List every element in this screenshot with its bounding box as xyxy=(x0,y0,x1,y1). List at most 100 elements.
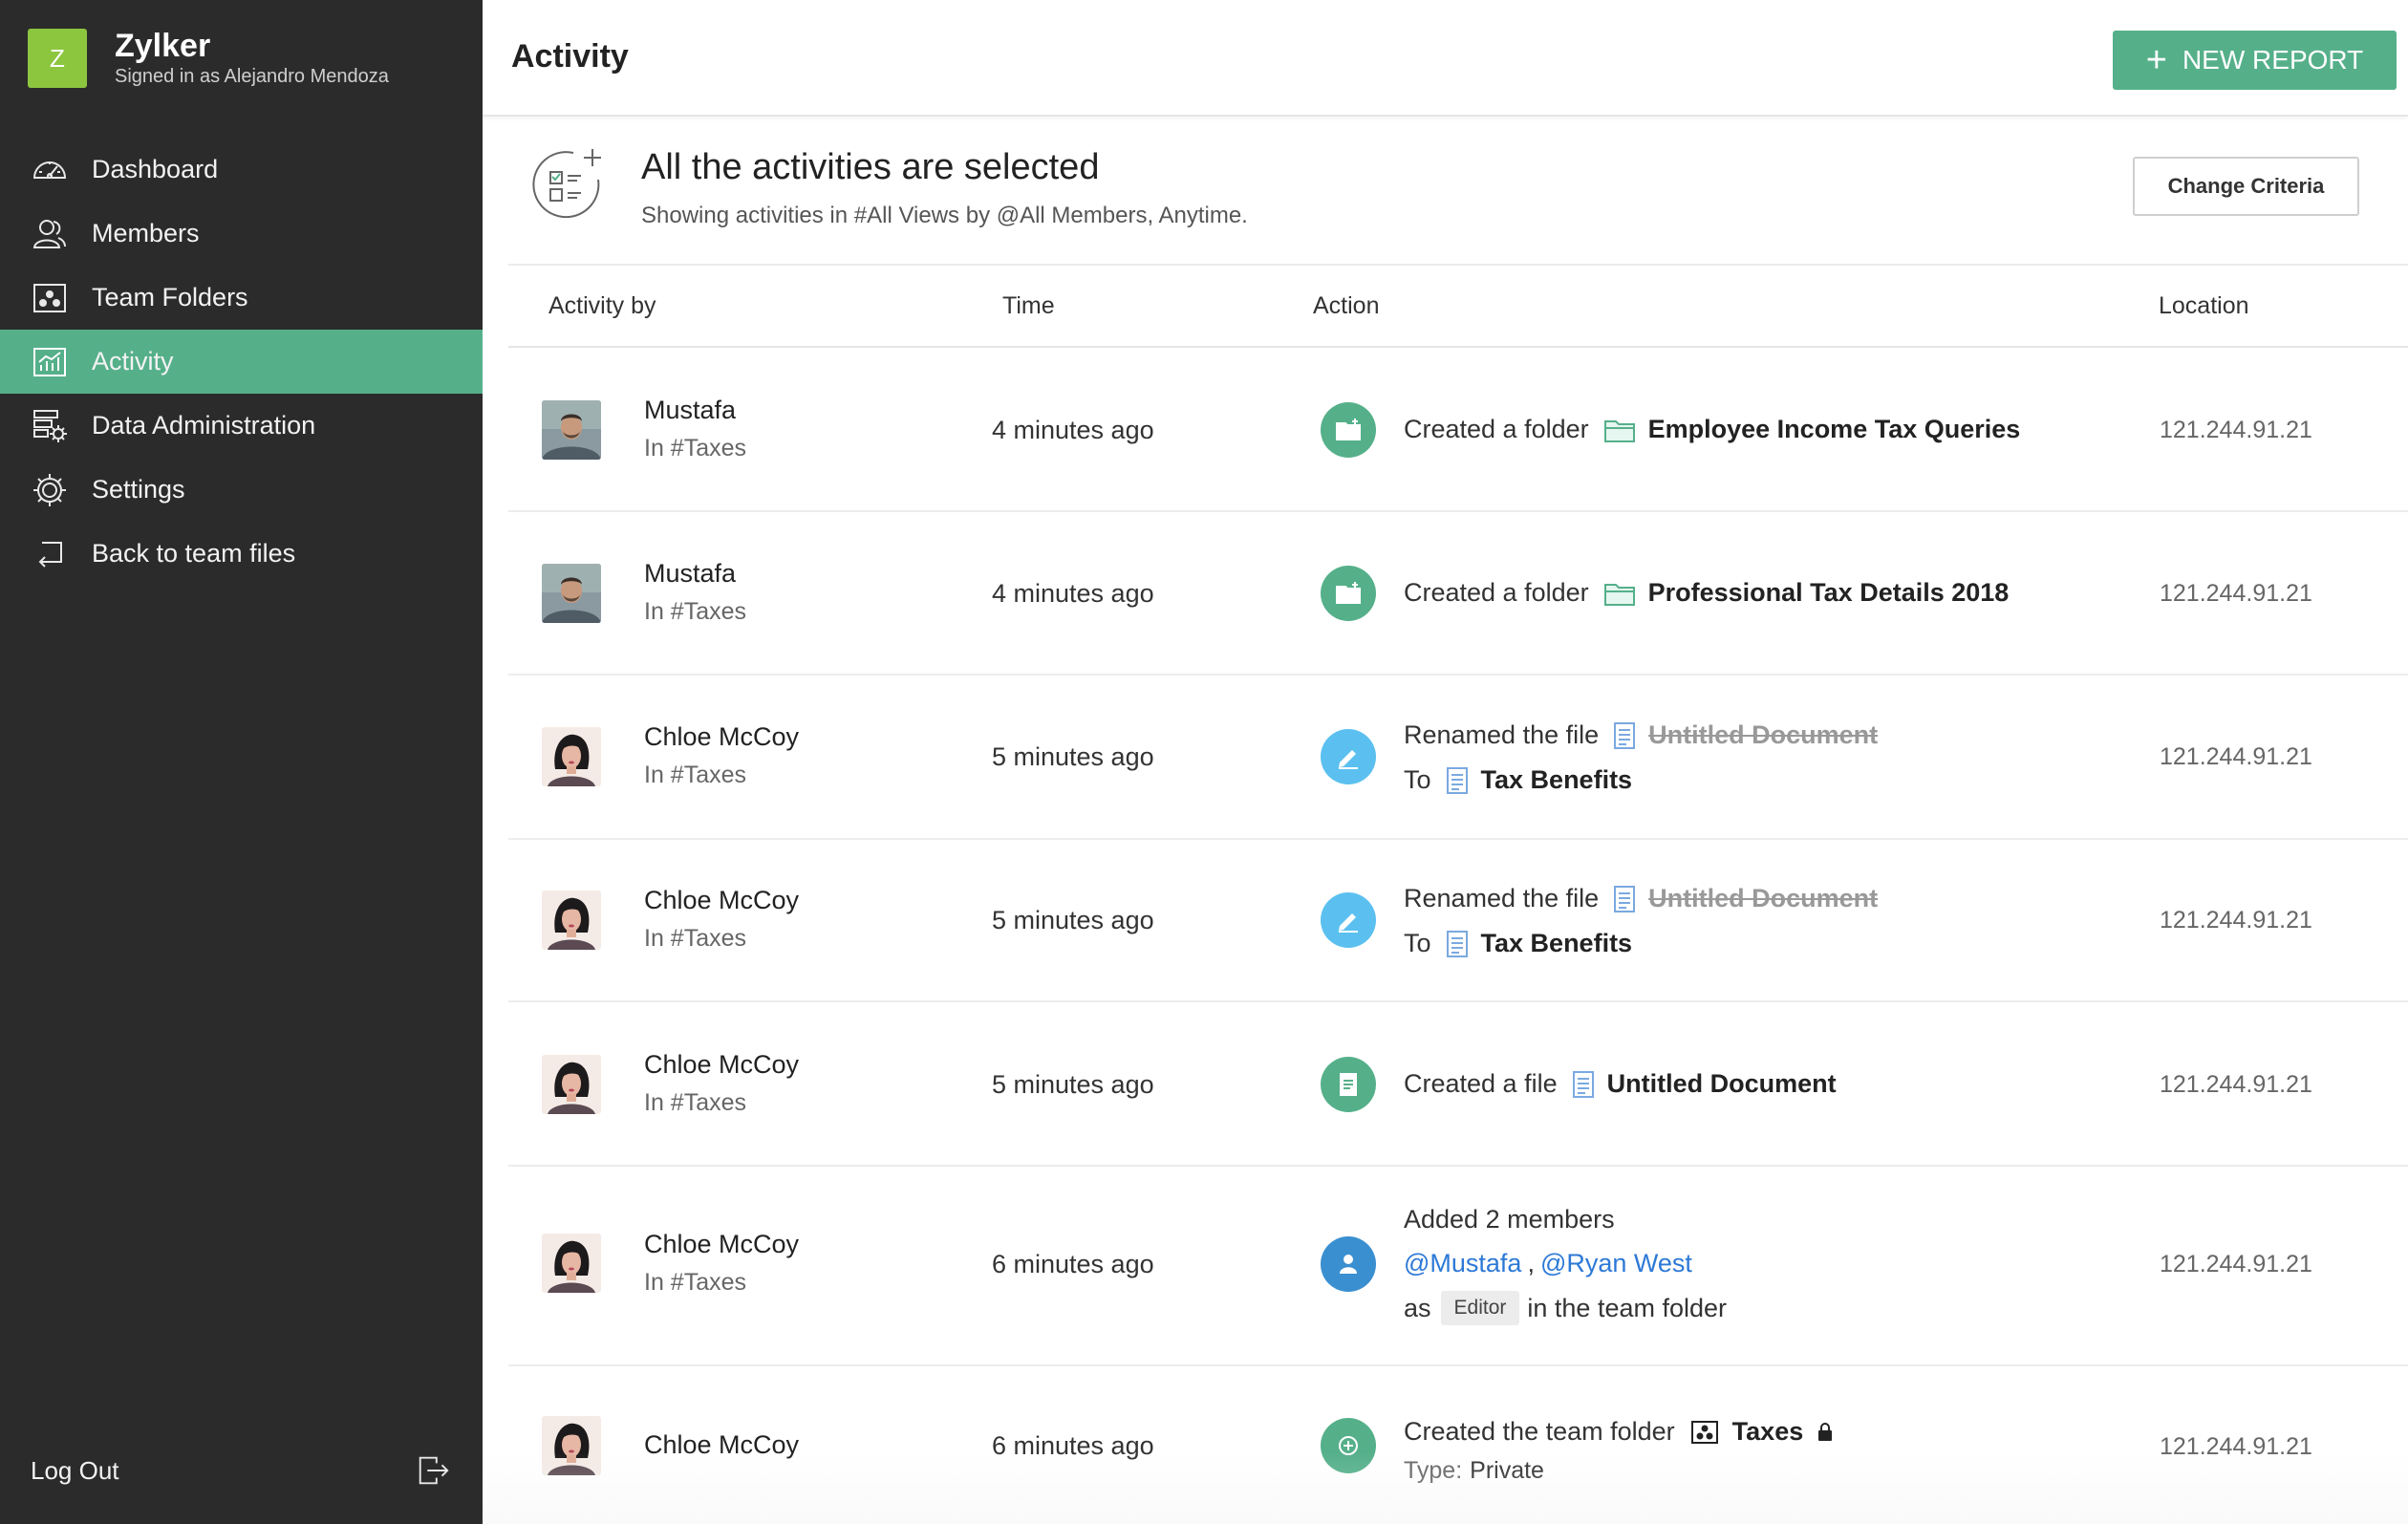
sidebar-item-settings[interactable]: Settings xyxy=(0,458,483,522)
team-name[interactable]: In #Taxes xyxy=(644,1089,746,1117)
sidebar-item-label: Data Administration xyxy=(92,411,316,440)
member-name[interactable]: Chloe McCoy xyxy=(644,1430,799,1460)
team-name[interactable]: In #Taxes xyxy=(644,925,746,953)
folder-icon xyxy=(1604,581,1635,606)
avatar xyxy=(542,1055,601,1114)
new-report-button[interactable]: + NEW REPORT xyxy=(2113,31,2397,90)
table-row[interactable]: Chloe McCoy In #Taxes 5 minutes ago Rena… xyxy=(508,676,2408,840)
brand: Z Zylker Signed in as Alejandro Mendoza xyxy=(28,28,389,89)
column-header-activity-by[interactable]: Activity by xyxy=(548,292,656,320)
avatar xyxy=(542,727,601,786)
edit-icon xyxy=(1321,729,1376,784)
brand-logo[interactable]: Z xyxy=(28,29,87,88)
folder-added-icon xyxy=(1321,566,1376,621)
action-verb: Created a folder xyxy=(1404,415,1589,443)
action-text: Created a file Untitled Document xyxy=(1404,1069,1837,1099)
table-row[interactable]: Mustafa In #Taxes 4 minutes ago Created … xyxy=(508,512,2408,676)
sidebar-item-members[interactable]: Members xyxy=(0,202,483,266)
column-header-action[interactable]: Action xyxy=(1313,292,1379,320)
activity-icon xyxy=(33,347,66,376)
to-label: To xyxy=(1404,765,1431,794)
action-text: Renamed the file Untitled Document xyxy=(1404,884,1878,913)
sidebar-item-label: Settings xyxy=(92,475,185,504)
team-name[interactable]: In #Taxes xyxy=(644,1269,746,1297)
team-name[interactable]: In #Taxes xyxy=(644,598,746,626)
member-mention-link[interactable]: @Ryan West xyxy=(1540,1249,1692,1278)
location-ip: 121.244.91.21 xyxy=(2160,1251,2312,1277)
member-name[interactable]: Chloe McCoy xyxy=(644,722,799,752)
avatar xyxy=(542,1416,601,1475)
action-text: Created a folder Professional Tax Detail… xyxy=(1404,578,2009,608)
change-criteria-button[interactable]: Change Criteria xyxy=(2133,157,2359,216)
member-name[interactable]: Chloe McCoy xyxy=(644,1050,799,1080)
action-text: Renamed the file Untitled Document xyxy=(1404,720,1878,750)
table-row[interactable]: Chloe McCoy In #Taxes 5 minutes ago Crea… xyxy=(508,1002,2408,1167)
file-created-icon xyxy=(1321,1057,1376,1112)
to-label: To xyxy=(1404,929,1431,957)
document-icon xyxy=(1614,886,1635,912)
criteria-filter-icon xyxy=(532,149,601,219)
page-title: Activity xyxy=(511,38,629,75)
action-text-line3: as Editor in the team folder xyxy=(1404,1291,1727,1325)
action-text-line2: @Mustafa , @Ryan West xyxy=(1404,1249,1692,1278)
document-icon xyxy=(1447,931,1468,957)
team-name[interactable]: In #Taxes xyxy=(644,762,746,789)
action-target-link[interactable]: Employee Income Tax Queries xyxy=(1648,415,2021,444)
sidebar-item-dashboard[interactable]: Dashboard xyxy=(0,138,483,202)
team-name[interactable]: In #Taxes xyxy=(644,435,746,462)
action-text: Added 2 members xyxy=(1404,1205,1615,1234)
action-target-link[interactable]: Taxes xyxy=(1732,1417,1804,1447)
edit-icon xyxy=(1321,892,1376,948)
column-header-time[interactable]: Time xyxy=(1002,292,1055,320)
action-verb: Created a folder xyxy=(1404,578,1589,607)
action-verb: Renamed the file xyxy=(1404,884,1600,912)
member-name[interactable]: Mustafa xyxy=(644,396,736,425)
sidebar-item-label: Members xyxy=(92,219,200,247)
sidebar-item-back-to-team-files[interactable]: Back to team files xyxy=(0,522,483,586)
new-file-name-link[interactable]: Tax Benefits xyxy=(1481,929,1633,958)
table-row[interactable]: Chloe McCoy In #Taxes 5 minutes ago Rena… xyxy=(508,840,2408,1002)
sidebar: Z Zylker Signed in as Alejandro Mendoza … xyxy=(0,0,483,1524)
lock-icon xyxy=(1818,1422,1833,1441)
sidebar-item-activity[interactable]: Activity xyxy=(0,330,483,394)
action-target-link[interactable]: Professional Tax Details 2018 xyxy=(1648,578,2010,608)
table-row[interactable]: Mustafa In #Taxes 4 minutes ago Created … xyxy=(508,350,2408,512)
signed-in-text: Signed in as Alejandro Mendoza xyxy=(115,66,389,87)
activity-time: 5 minutes ago xyxy=(992,906,1154,934)
column-header-location[interactable]: Location xyxy=(2159,292,2249,320)
sidebar-item-data-administration[interactable]: Data Administration xyxy=(0,394,483,458)
plus-icon: + xyxy=(2145,40,2167,80)
criteria-panel: All the activities are selected Showing … xyxy=(508,118,2408,266)
document-icon xyxy=(1614,722,1635,749)
sidebar-nav: Dashboard Members Team Folders Activity … xyxy=(0,138,483,586)
role-suffix: in the team folder xyxy=(1527,1293,1728,1322)
member-name[interactable]: Chloe McCoy xyxy=(644,1230,799,1259)
logout-button[interactable]: Log Out xyxy=(31,1452,451,1489)
action-verb: Added 2 members xyxy=(1404,1205,1615,1234)
member-name[interactable]: Chloe McCoy xyxy=(644,886,799,915)
back-arrow-icon xyxy=(38,541,62,568)
table-row[interactable]: Chloe McCoy 6 minutes ago Created the te… xyxy=(508,1366,2408,1524)
activity-time: 5 minutes ago xyxy=(992,742,1154,771)
document-icon xyxy=(1447,767,1468,794)
data-admin-icon xyxy=(33,409,67,442)
activity-time: 5 minutes ago xyxy=(992,1070,1154,1099)
sidebar-item-team-folders[interactable]: Team Folders xyxy=(0,266,483,330)
member-mention-link[interactable]: @Mustafa xyxy=(1404,1249,1521,1278)
dashboard-icon xyxy=(32,161,67,179)
activity-time: 6 minutes ago xyxy=(992,1431,1154,1460)
sidebar-item-label: Back to team files xyxy=(92,539,296,568)
new-file-name-link[interactable]: Tax Benefits xyxy=(1481,765,1633,795)
avatar xyxy=(542,891,601,950)
action-target-link[interactable]: Untitled Document xyxy=(1607,1069,1837,1099)
sidebar-item-label: Activity xyxy=(92,347,174,376)
action-text: Created a folder Employee Income Tax Que… xyxy=(1404,415,2020,444)
location-ip: 121.244.91.21 xyxy=(2160,907,2312,934)
action-verb: Created the team folder xyxy=(1404,1417,1675,1446)
member-name[interactable]: Mustafa xyxy=(644,559,736,589)
table-row[interactable]: Chloe McCoy In #Taxes 6 minutes ago Adde… xyxy=(508,1167,2408,1366)
folder-icon xyxy=(1604,418,1635,442)
location-ip: 121.244.91.21 xyxy=(2160,1433,2312,1460)
action-text-line2: Type: Private xyxy=(1404,1457,1544,1485)
sidebar-item-label: Team Folders xyxy=(92,283,248,311)
